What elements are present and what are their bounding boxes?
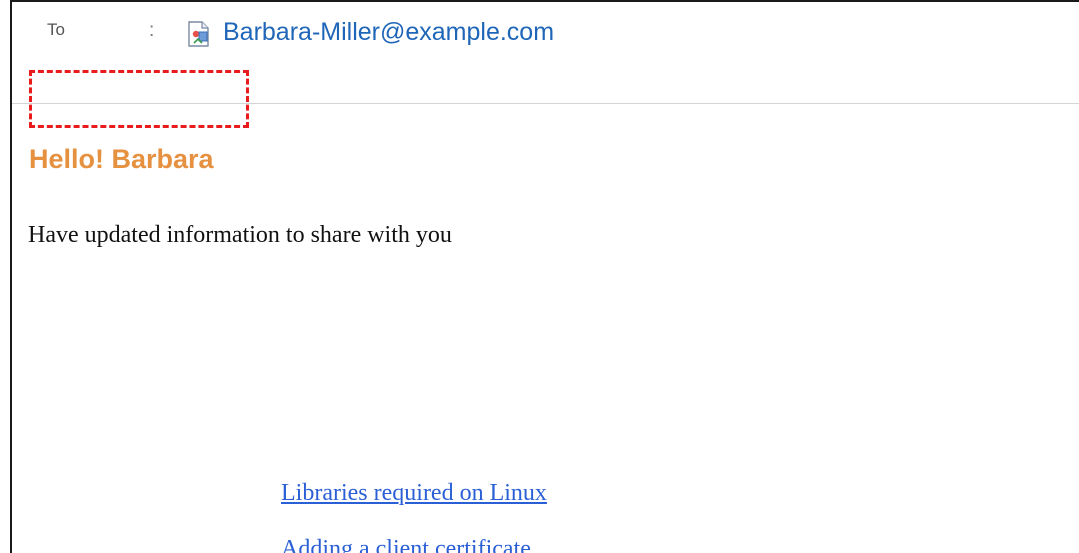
address-card-icon[interactable] [186, 21, 212, 47]
highlight-annotation-box [29, 70, 249, 128]
email-view: To : Barbara-Miller@example.com Hello! B… [0, 0, 1079, 553]
to-label: To [47, 20, 65, 39]
recipient-email-link[interactable]: Barbara-Miller@example.com [223, 18, 554, 47]
link-adding-client-certificate[interactable]: Adding a client certificate [281, 536, 531, 553]
window-border-left [10, 0, 12, 553]
link-libraries-linux[interactable]: Libraries required on Linux [281, 480, 547, 507]
header-divider [12, 103, 1079, 104]
to-separator: : [149, 20, 155, 41]
greeting-heading: Hello! Barbara [29, 144, 214, 174]
message-body-text: Have updated information to share with y… [28, 222, 452, 248]
window-border-top [10, 0, 1079, 2]
